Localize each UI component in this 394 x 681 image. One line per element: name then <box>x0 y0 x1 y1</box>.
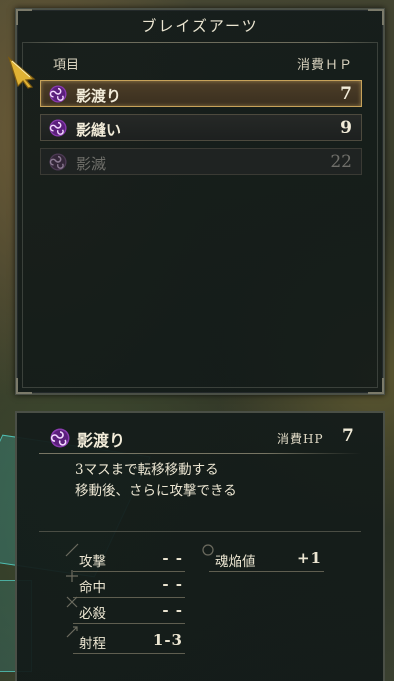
crosshair-icon <box>66 570 78 582</box>
stat-value: 1-3 <box>152 631 183 649</box>
stat-soulflame: 魂焔値 +1 <box>202 544 324 572</box>
triskelion-icon <box>50 428 70 448</box>
pointer-cursor-icon <box>7 56 36 89</box>
blaze-arts-panel: ブレイズアーツ 項目 消費ＨＰ 影渡り 7 影縫い 9 影滅 22 <box>15 8 385 395</box>
stat-label: 射程 <box>79 636 106 652</box>
stat-value: - - <box>162 601 183 619</box>
column-header-item: 項目 <box>53 58 80 73</box>
stat-value: - - <box>162 575 183 593</box>
stat-label: 攻撃 <box>79 554 106 570</box>
skill-name: 影縫い <box>76 121 122 139</box>
skill-hp-cost: 22 <box>330 152 352 172</box>
skill-list: 影渡り 7 影縫い 9 影滅 22 <box>40 80 362 182</box>
skill-detail-panel: 影渡り 消費HP 7 3マスまで転移移動する 移動後、さらに攻撃できる 攻撃 -… <box>15 411 385 681</box>
stat-range: 射程 1-3 <box>66 626 185 654</box>
frame-corner <box>16 378 32 394</box>
panel-title: ブレイズアーツ <box>141 17 259 35</box>
frame-corner <box>368 378 384 394</box>
triskelion-icon <box>49 153 67 171</box>
column-header-hp-cost: 消費ＨＰ <box>296 58 353 73</box>
triskelion-icon <box>49 119 67 137</box>
arrow-icon <box>66 626 78 638</box>
detail-skill-name: 影渡り <box>77 431 126 450</box>
skill-row-kagenui[interactable]: 影縫い 9 <box>40 114 362 141</box>
stat-label: 必殺 <box>79 606 106 622</box>
sword-icon <box>65 543 79 557</box>
stat-crit: 必殺 - - <box>66 596 185 624</box>
stat-label: 魂焔値 <box>215 554 256 570</box>
skill-name: 影渡り <box>76 87 122 105</box>
cross-icon <box>66 596 78 608</box>
skill-row-kagemetsu[interactable]: 影滅 22 <box>40 148 362 175</box>
stats-divider <box>39 531 361 532</box>
detail-cost-value: 7 <box>342 426 354 446</box>
stat-value: - - <box>162 549 183 567</box>
description-line: 3マスまで転移移動する <box>75 462 219 478</box>
triskelion-icon <box>49 85 67 103</box>
flame-swirl-icon <box>202 544 214 556</box>
stat-label: 命中 <box>79 580 106 596</box>
skill-name: 影滅 <box>76 155 107 173</box>
skill-hp-cost: 7 <box>340 84 352 104</box>
stat-attack: 攻撃 - - <box>65 543 185 572</box>
skill-hp-cost: 9 <box>340 118 352 138</box>
title-divider <box>23 42 377 43</box>
description-line: 移動後、さらに攻撃できる <box>75 483 237 499</box>
detail-cost-label: 消費HP <box>277 432 324 446</box>
skill-description: 3マスまで転移移動する 移動後、さらに攻撃できる <box>75 460 237 502</box>
stat-hit: 命中 - - <box>66 570 185 598</box>
skill-row-kagewatari[interactable]: 影渡り 7 <box>40 80 362 107</box>
detail-divider <box>39 453 361 454</box>
stat-value: +1 <box>296 549 322 567</box>
